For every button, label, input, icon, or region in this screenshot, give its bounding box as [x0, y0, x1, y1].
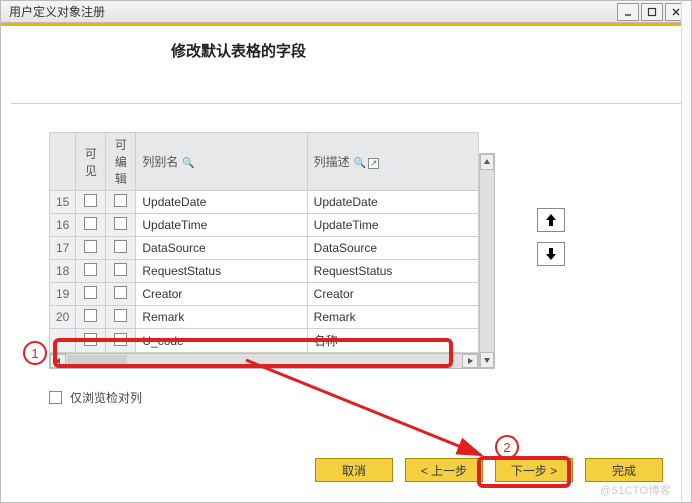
titlebar: 用户定义对象注册 [1, 1, 691, 23]
fields-table-container: 可见 可编辑 列别名🔍 列描述🔍↗ 15 UpdateDate UpdateDa… [49, 132, 479, 369]
browse-only-row: 仅浏览检对列 [49, 389, 681, 406]
col-header-rownum [50, 133, 76, 191]
col-header-alias[interactable]: 列别名🔍 [136, 133, 307, 191]
table-row[interactable]: 17 DataSource DataSource [50, 237, 479, 260]
right-page-edge [681, 1, 691, 502]
visible-checkbox[interactable] [84, 309, 97, 322]
scroll-right-icon[interactable] [462, 354, 478, 368]
table-row[interactable]: 18 RequestStatus RequestStatus [50, 260, 479, 283]
search-icon: 🔍 [354, 158, 366, 169]
table-row[interactable]: 16 UpdateTime UpdateTime [50, 214, 479, 237]
editable-checkbox[interactable] [114, 309, 127, 322]
desc-cell[interactable]: UpdateDate [307, 191, 478, 214]
table-row[interactable]: 20 Remark Remark [50, 306, 479, 329]
table-row[interactable]: 15 UpdateDate UpdateDate [50, 191, 479, 214]
editable-checkbox[interactable] [114, 333, 127, 346]
desc-cell[interactable]: DataSource [307, 237, 478, 260]
search-icon: 🔍 [182, 158, 194, 169]
editable-checkbox[interactable] [114, 194, 127, 207]
scroll-thumb[interactable] [67, 355, 127, 367]
editable-checkbox[interactable] [114, 263, 127, 276]
row-number: 17 [50, 237, 76, 260]
row-number: 18 [50, 260, 76, 283]
row-number [50, 329, 76, 353]
editable-checkbox[interactable] [114, 240, 127, 253]
vertical-scrollbar[interactable] [479, 153, 495, 369]
browse-only-checkbox[interactable] [49, 391, 62, 404]
desc-cell[interactable]: Remark [307, 306, 478, 329]
wizard-footer: 取消 < 上一步 下一步 > 完成 [315, 458, 663, 482]
visible-checkbox[interactable] [84, 263, 97, 276]
table-row[interactable]: U_code 名称 [50, 329, 479, 353]
horizontal-scrollbar[interactable] [49, 353, 479, 369]
alias-cell[interactable]: UpdateTime [136, 214, 307, 237]
scroll-up-icon[interactable] [480, 154, 494, 170]
desc-cell[interactable]: 名称 [307, 329, 478, 353]
alias-cell[interactable]: DataSource [136, 237, 307, 260]
row-number: 15 [50, 191, 76, 214]
editable-checkbox[interactable] [114, 217, 127, 230]
desc-cell[interactable]: Creator [307, 283, 478, 306]
desc-cell[interactable]: RequestStatus [307, 260, 478, 283]
row-number: 20 [50, 306, 76, 329]
move-down-button[interactable] [537, 242, 565, 266]
alias-cell[interactable]: UpdateDate [136, 191, 307, 214]
editable-checkbox[interactable] [114, 286, 127, 299]
fields-table: 可见 可编辑 列别名🔍 列描述🔍↗ 15 UpdateDate UpdateDa… [49, 132, 479, 353]
visible-checkbox[interactable] [84, 194, 97, 207]
col-header-visible[interactable]: 可见 [76, 133, 106, 191]
alias-cell[interactable]: Remark [136, 306, 307, 329]
visible-checkbox[interactable] [84, 286, 97, 299]
move-up-button[interactable] [537, 208, 565, 232]
cancel-button[interactable]: 取消 [315, 458, 393, 482]
link-icon[interactable]: ↗ [368, 158, 379, 169]
previous-button[interactable]: < 上一步 [405, 458, 483, 482]
minimize-icon[interactable] [617, 3, 639, 21]
scroll-down-icon[interactable] [480, 352, 494, 368]
desc-cell[interactable]: UpdateTime [307, 214, 478, 237]
col-header-editable[interactable]: 可编辑 [106, 133, 136, 191]
visible-checkbox[interactable] [84, 240, 97, 253]
wizard-window: 用户定义对象注册 修改默认表格的字段 可见 可编辑 [0, 0, 692, 503]
divider [11, 103, 681, 104]
visible-checkbox[interactable] [84, 217, 97, 230]
alias-cell[interactable]: U_code [136, 329, 307, 353]
finish-button[interactable]: 完成 [585, 458, 663, 482]
maximize-icon[interactable] [641, 3, 663, 21]
next-button[interactable]: 下一步 > [495, 458, 573, 482]
alias-cell[interactable]: RequestStatus [136, 260, 307, 283]
visible-checkbox[interactable] [84, 333, 97, 346]
window-title: 用户定义对象注册 [9, 3, 105, 20]
table-row[interactable]: 19 Creator Creator [50, 283, 479, 306]
scroll-left-icon[interactable] [50, 354, 66, 368]
alias-cell[interactable]: Creator [136, 283, 307, 306]
page-title: 修改默认表格的字段 [11, 26, 681, 67]
watermark: @51CTO博客 [600, 482, 671, 498]
browse-only-label: 仅浏览检对列 [70, 389, 142, 406]
row-number: 19 [50, 283, 76, 306]
row-number: 16 [50, 214, 76, 237]
col-header-desc[interactable]: 列描述🔍↗ [307, 133, 478, 191]
